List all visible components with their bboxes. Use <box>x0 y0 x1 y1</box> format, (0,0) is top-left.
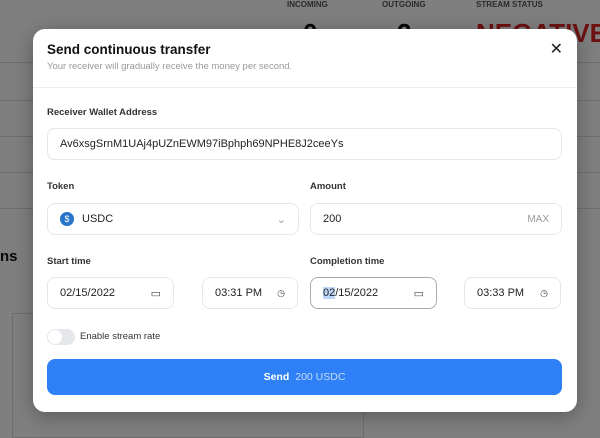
selected-month: 02 <box>323 287 336 299</box>
chevron-down-icon: ⌄ <box>276 213 286 226</box>
send-button[interactable]: Send 200 USDC <box>47 359 562 395</box>
completion-date-input[interactable]: 02/15/2022 ▭ <box>310 277 437 309</box>
clock-icon[interactable]: ◷ <box>540 288 548 299</box>
send-amount: 200 USDC <box>295 371 346 383</box>
max-button[interactable]: MAX <box>527 214 549 225</box>
divider <box>33 87 577 88</box>
amount-input[interactable]: 200 MAX <box>310 203 562 235</box>
token-label: Token <box>47 181 75 192</box>
completion-time-label: Completion time <box>310 256 385 267</box>
start-date-input[interactable]: 02/15/2022 ▭ <box>47 277 174 309</box>
start-date-value: 02/15/2022 <box>60 287 116 299</box>
send-transfer-modal: Send continuous transfer Your receiver w… <box>33 29 577 412</box>
amount-label: Amount <box>310 181 346 192</box>
start-time-label: Start time <box>47 256 91 267</box>
amount-value: 200 <box>323 213 342 225</box>
token-select[interactable]: $ USDC ⌄ <box>47 203 299 235</box>
close-icon[interactable]: ✕ <box>550 39 563 59</box>
modal-title: Send continuous transfer <box>47 42 211 57</box>
send-label: Send <box>263 371 290 383</box>
clock-icon[interactable]: ◷ <box>277 288 285 299</box>
start-time-value: 03:31 PM <box>215 287 263 299</box>
stream-rate-toggle[interactable] <box>47 329 75 345</box>
completion-time-value: 03:33 PM <box>477 287 525 299</box>
start-time-input[interactable]: 03:31 PM ◷ <box>202 277 298 309</box>
receiver-address-value: Av6xsgSrnM1UAj4pUZnEWM97iBphph69NPHE8J2c… <box>60 138 344 150</box>
completion-date-value: 02/15/2022 <box>323 287 378 299</box>
completion-time-input[interactable]: 03:33 PM ◷ <box>464 277 561 309</box>
calendar-icon[interactable]: ▭ <box>414 287 424 300</box>
modal-subtitle: Your receiver will gradually receive the… <box>47 61 293 72</box>
receiver-address-input[interactable]: Av6xsgSrnM1UAj4pUZnEWM97iBphph69NPHE8J2c… <box>47 128 562 160</box>
stream-rate-label: Enable stream rate <box>80 331 161 342</box>
receiver-label: Receiver Wallet Address <box>47 107 158 118</box>
date-rest: /15/2022 <box>335 287 379 299</box>
usdc-icon: $ <box>60 212 74 226</box>
token-value: USDC <box>82 213 114 225</box>
calendar-icon[interactable]: ▭ <box>151 287 161 300</box>
